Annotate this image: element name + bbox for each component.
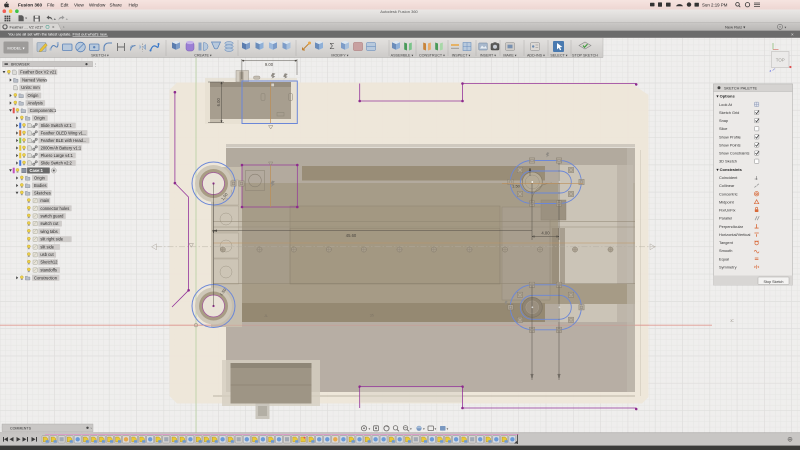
svg-text:wing tabs: wing tabs <box>40 229 57 234</box>
svg-text:▾: ▾ <box>410 427 412 431</box>
svg-text:JL: JL <box>264 314 268 318</box>
svg-text:switch cut: switch cut <box>40 221 59 226</box>
svg-text:Edit: Edit <box>61 2 70 7</box>
svg-text:Coincident: Coincident <box>719 175 738 180</box>
svg-text:Parallel: Parallel <box>719 216 732 221</box>
svg-text:Sun 2:19 PM: Sun 2:19 PM <box>702 2 728 7</box>
svg-text:Concentric: Concentric <box>719 191 738 196</box>
svg-text:×: × <box>791 32 794 37</box>
svg-text:Slice: Slice <box>719 126 727 131</box>
svg-text:6.00: 6.00 <box>216 98 221 107</box>
svg-text:STOP SKETCH: STOP SKETCH <box>572 54 598 58</box>
svg-text:Fusion 360: Fusion 360 <box>18 2 42 7</box>
svg-text:Equal: Equal <box>719 256 729 261</box>
svg-text:Stop Sketch: Stop Sketch <box>764 280 784 284</box>
svg-text:Tangent: Tangent <box>719 240 734 245</box>
svg-text:SKETCH ▾: SKETCH ▾ <box>91 54 109 58</box>
svg-text:Units: mm: Units: mm <box>21 85 40 90</box>
svg-text:9.00: 9.00 <box>265 62 274 67</box>
svg-text:▾ Options: ▾ Options <box>716 94 736 99</box>
svg-text:File: File <box>47 2 55 7</box>
svg-text:main: main <box>40 198 50 203</box>
svg-text:Share: Share <box>110 2 123 7</box>
svg-text:slit side: slit side <box>40 245 54 250</box>
svg-text:switch guard: switch guard <box>40 214 64 219</box>
svg-text:⋮: ⋮ <box>94 63 98 67</box>
svg-text:Autodesk Fusion 360: Autodesk Fusion 360 <box>380 9 418 14</box>
svg-text:▾: ▾ <box>785 25 787 29</box>
svg-text:Collinear: Collinear <box>719 183 735 188</box>
svg-text:TOP: TOP <box>776 57 785 62</box>
svg-text:?: ? <box>779 25 781 29</box>
svg-text:Snap: Snap <box>719 118 728 123</box>
svg-text:▾: ▾ <box>447 427 449 431</box>
svg-text:slit right side: slit right side <box>40 237 63 242</box>
svg-text:Feather BLE with Head...: Feather BLE with Head... <box>41 138 87 143</box>
svg-text:Horizontal/Vertical: Horizontal/Vertical <box>719 232 750 237</box>
svg-text:2000mAh Battery v1:1: 2000mAh Battery v1:1 <box>41 146 82 151</box>
svg-text:SELECT ▾: SELECT ▾ <box>550 54 567 58</box>
svg-text:Feather OLED Wing v1...: Feather OLED Wing v1... <box>41 131 87 136</box>
svg-text:Feather Box V2 v21: Feather Box V2 v21 <box>20 70 57 75</box>
svg-text:Show Profile: Show Profile <box>719 134 741 139</box>
svg-text:INSERT ▾: INSERT ▾ <box>480 54 496 58</box>
svg-text:Construction: Construction <box>34 275 58 280</box>
svg-text:Origin: Origin <box>34 176 46 181</box>
svg-text:×: × <box>52 25 55 30</box>
svg-text:Origin: Origin <box>28 93 40 98</box>
svg-text:connector holes: connector holes <box>40 206 69 211</box>
svg-text:INSPECT ▾: INSPECT ▾ <box>452 54 471 58</box>
svg-text:You are all set with the lates: You are all set with the latest update. … <box>8 32 108 37</box>
svg-text:View: View <box>74 2 85 7</box>
svg-text:Slide Switch v2:2: Slide Switch v2:2 <box>41 161 73 166</box>
svg-text:Named Views: Named Views <box>22 78 47 83</box>
svg-text:standoffs: standoffs <box>40 268 57 273</box>
svg-text:SKETCH PALETTE: SKETCH PALETTE <box>724 86 758 90</box>
svg-text:3D Sketch: 3D Sketch <box>719 159 737 164</box>
svg-text:Sketches: Sketches <box>34 191 51 196</box>
svg-text:Sketch12: Sketch12 <box>40 260 58 265</box>
svg-text:ADD-INS ▾: ADD-INS ▾ <box>527 54 545 58</box>
svg-text:MAKE ▾: MAKE ▾ <box>503 54 516 58</box>
svg-text:Pluero Large v4:1: Pluero Large v4:1 <box>41 153 74 158</box>
svg-text:CONSTRUCT ▾: CONSTRUCT ▾ <box>419 54 445 58</box>
svg-text:1.50: 1.50 <box>512 184 521 189</box>
svg-text:Analysis: Analysis <box>28 101 43 106</box>
svg-text:Sketch Grid: Sketch Grid <box>719 110 739 115</box>
svg-text:usb cut: usb cut <box>40 252 54 257</box>
svg-text:COMMENTS: COMMENTS <box>10 426 32 430</box>
svg-text:Symmetry: Symmetry <box>719 264 737 269</box>
svg-text:z: z <box>770 69 772 73</box>
svg-text:35: 35 <box>370 313 375 318</box>
svg-text:Slide Switch v2:1: Slide Switch v2:1 <box>41 123 73 128</box>
svg-text:Show Constraints: Show Constraints <box>719 151 750 156</box>
svg-text:Origin: Origin <box>34 116 46 121</box>
svg-text:Σ: Σ <box>330 42 335 51</box>
svg-text:New Ruiz ▾: New Ruiz ▾ <box>725 24 745 29</box>
svg-text:CREATE ▾: CREATE ▾ <box>194 54 212 58</box>
svg-text:Midpoint: Midpoint <box>719 199 735 204</box>
svg-text:MODEL ▾: MODEL ▾ <box>7 46 24 51</box>
svg-text:Bodies: Bodies <box>34 183 47 188</box>
svg-text:MODIFY ▾: MODIFY ▾ <box>331 54 348 58</box>
svg-text:Case:1: Case:1 <box>30 168 44 173</box>
svg-text:Components:1: Components:1 <box>30 108 57 113</box>
svg-text:BROWSER: BROWSER <box>11 63 30 67</box>
svg-text:Help: Help <box>129 2 139 7</box>
svg-text:Perpendicular: Perpendicular <box>719 224 744 229</box>
svg-text:Window: Window <box>89 2 106 7</box>
svg-text:ASSEMBLE ▾: ASSEMBLE ▾ <box>391 54 414 58</box>
svg-text:45.60: 45.60 <box>346 233 357 238</box>
svg-text:▾: ▾ <box>435 427 437 431</box>
svg-text:4.00: 4.00 <box>541 231 550 236</box>
svg-text:Fix/UnFix: Fix/UnFix <box>719 208 735 213</box>
svg-text:Show Points: Show Points <box>719 142 741 147</box>
svg-text:▾ Constraints: ▾ Constraints <box>716 167 743 172</box>
svg-text:▾: ▾ <box>423 427 425 431</box>
svg-text:Look At: Look At <box>719 102 733 107</box>
svg-text:Feather ... V2 v21*: Feather ... V2 v21* <box>10 24 44 29</box>
svg-text:Smooth: Smooth <box>719 248 732 253</box>
svg-text:▾: ▾ <box>369 427 371 431</box>
